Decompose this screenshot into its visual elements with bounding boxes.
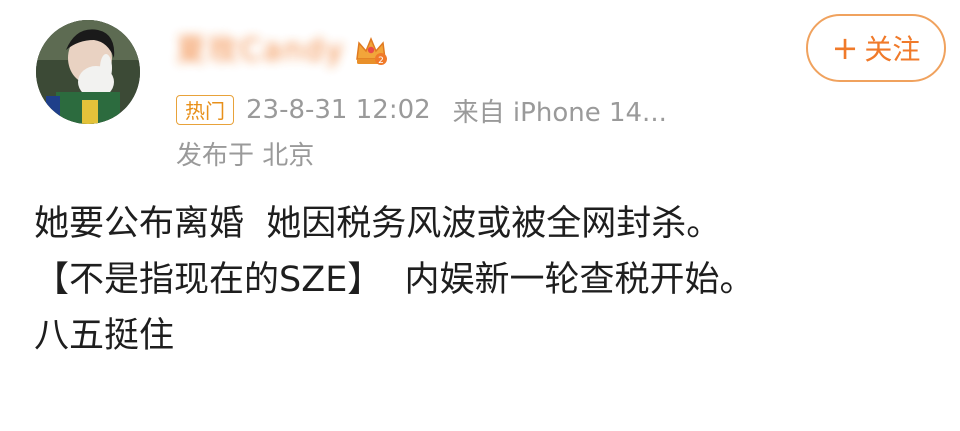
- plus-icon: +: [831, 29, 859, 67]
- post-line: 【不是指现在的SZE】 内娱新一轮查税开始。: [34, 260, 755, 300]
- user-name-row: 夏玫Candy 2: [176, 28, 389, 74]
- follow-label: 关注: [864, 33, 921, 66]
- crown-level: 2: [378, 56, 384, 66]
- user-name[interactable]: 夏玫Candy: [176, 28, 345, 74]
- post-location: 发布于 北京: [176, 141, 315, 171]
- weibo-post-card: 夏玫Candy 2 热门 23-8-31 12:02 来自 iPhone 14.…: [0, 0, 960, 431]
- post-body: 她要公布离婚 她因税务风波或被全网封杀。 【不是指现在的SZE】 内娱新一轮查税…: [34, 196, 944, 364]
- post-timestamp: 23-8-31 12:02: [246, 95, 431, 125]
- crown-icon: 2: [356, 37, 388, 66]
- post-source: 来自 iPhone 14...: [452, 97, 667, 128]
- avatar-image: [36, 20, 140, 124]
- post-line: 她要公布离婚 她因税务风波或被全网封杀。: [34, 204, 722, 244]
- post-line: 八五挺住: [34, 316, 175, 356]
- hot-badge[interactable]: 热门: [176, 95, 234, 125]
- follow-button[interactable]: + 关注: [806, 14, 946, 82]
- avatar[interactable]: [36, 20, 140, 124]
- post-meta: 热门 23-8-31 12:02 来自 iPhone 14...: [176, 92, 667, 128]
